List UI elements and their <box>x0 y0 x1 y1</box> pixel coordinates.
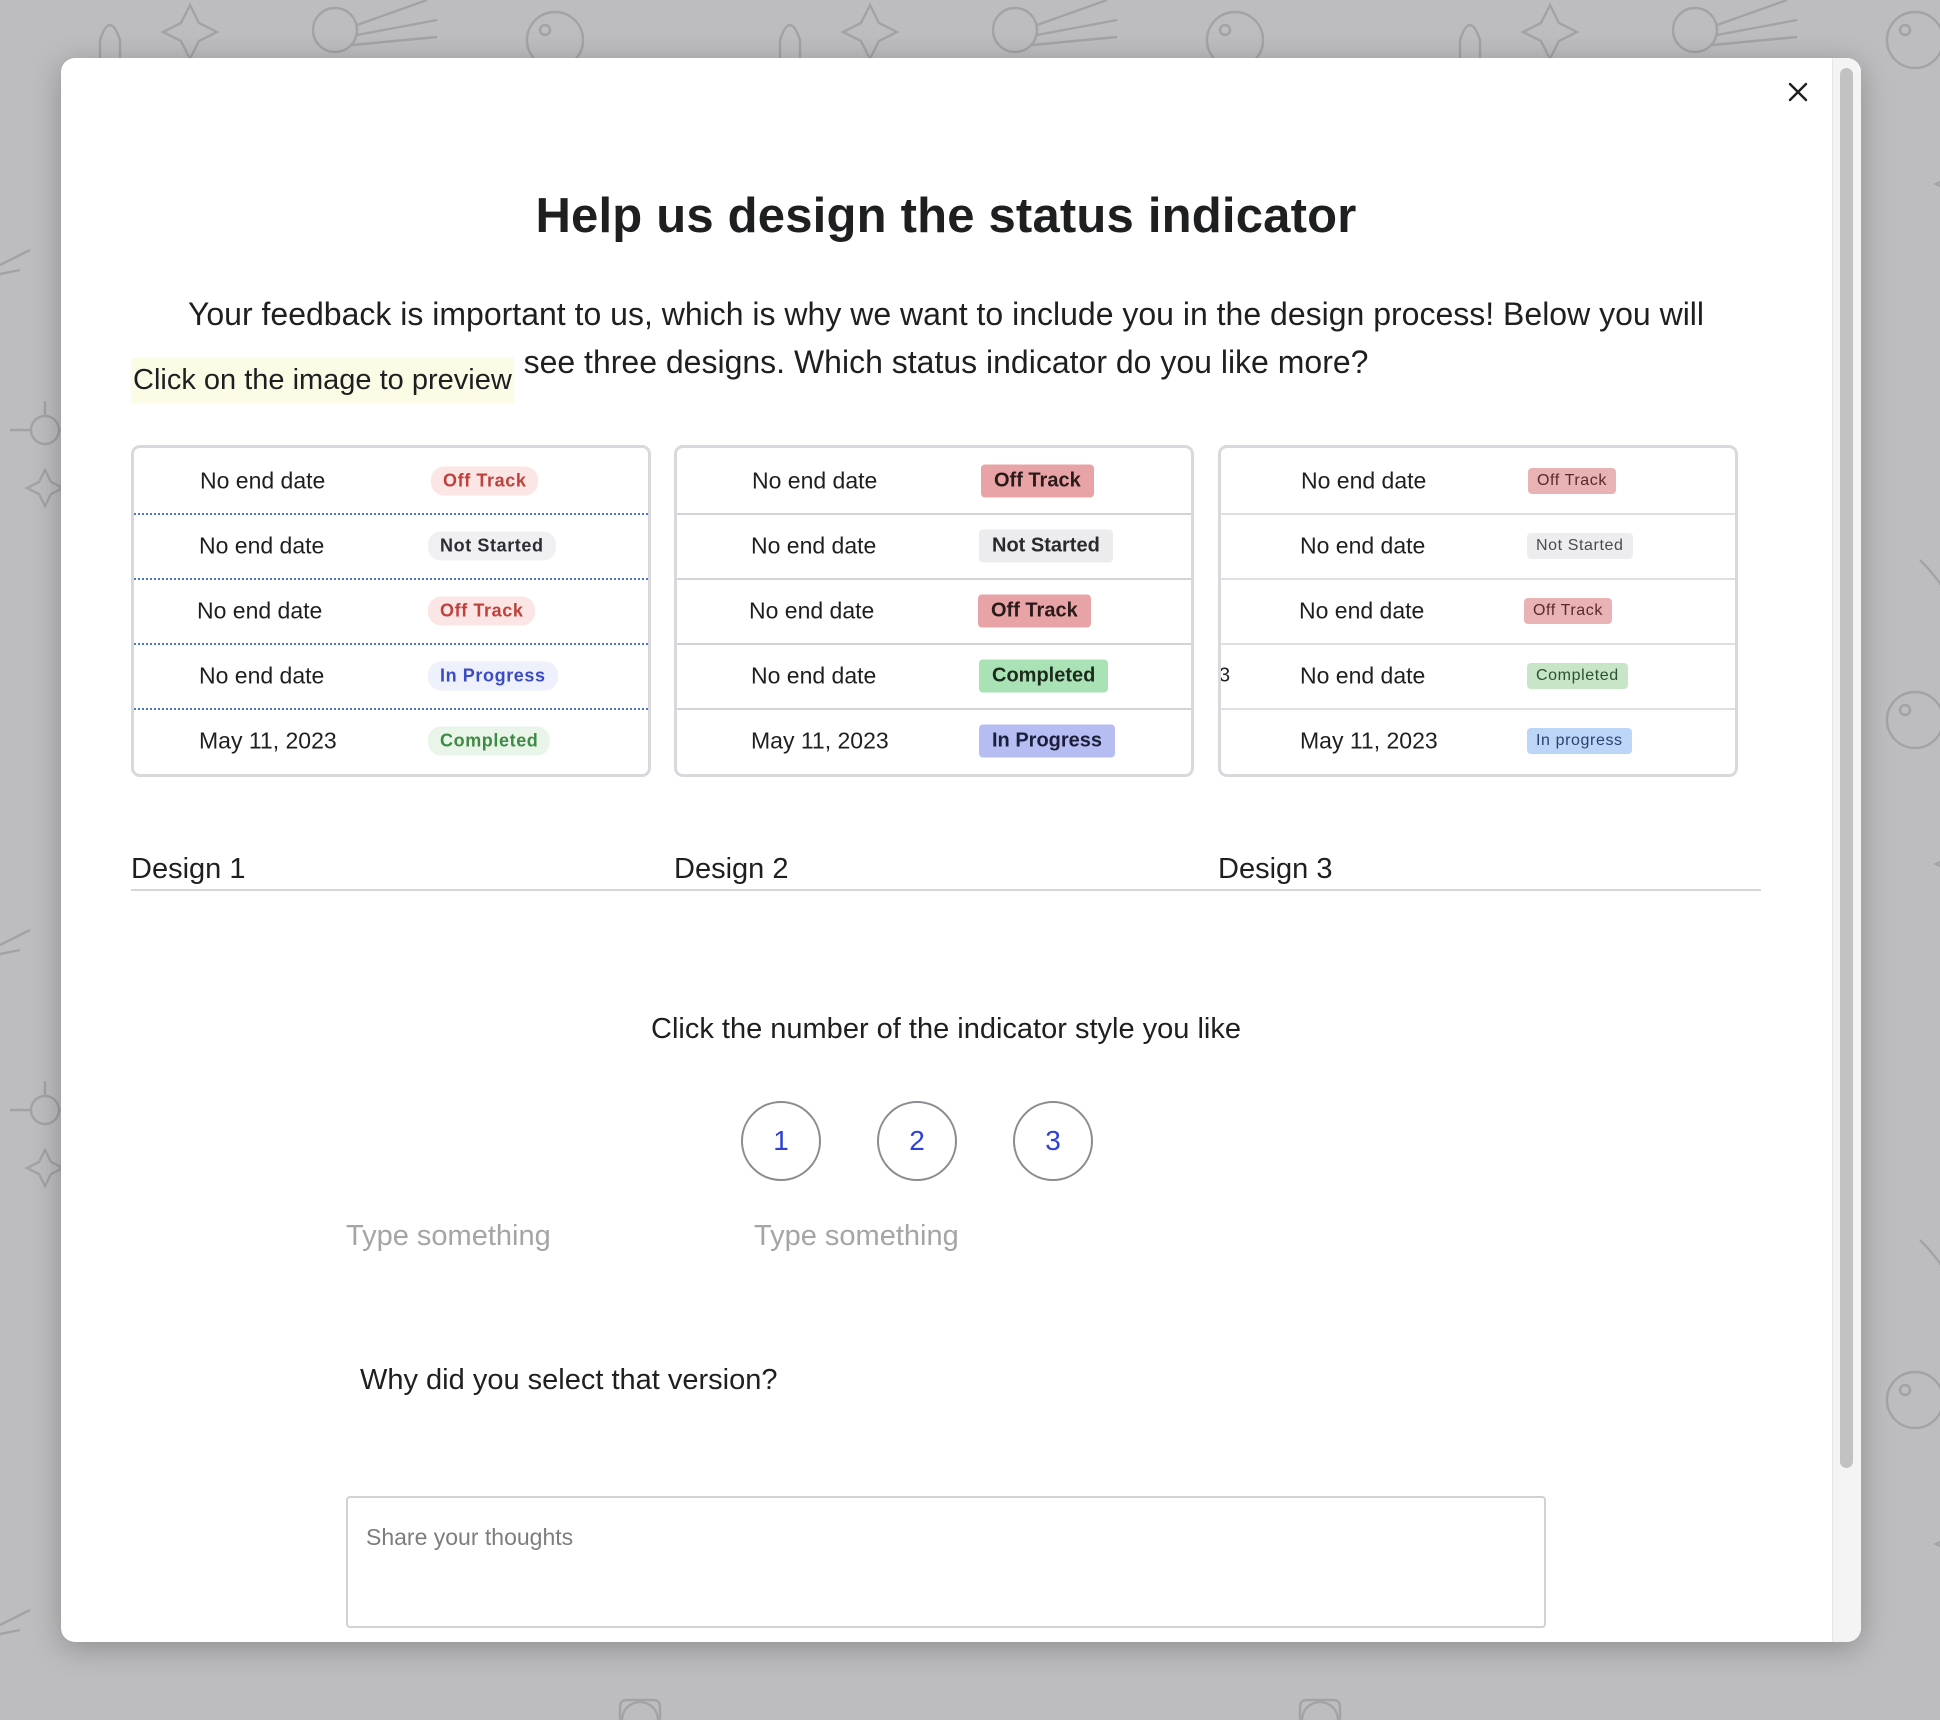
close-icon <box>1788 82 1808 102</box>
design-row: No end date Off Track <box>677 448 1191 515</box>
modal-title: Help us design the status indicator <box>535 189 1357 243</box>
row-date: May 11, 2023 <box>1300 727 1438 753</box>
status-badge: Completed <box>1527 662 1628 689</box>
design-row: No end date In Progress <box>134 643 648 710</box>
low-scale-label[interactable]: Type something <box>346 1220 551 1253</box>
feedback-question: Why did you select that version? <box>360 1364 778 1396</box>
design-row: No end date Off Track <box>1221 578 1735 645</box>
edge-fragment: 3 <box>1219 664 1231 686</box>
row-date: No end date <box>749 597 875 623</box>
row-date: No end date <box>751 662 877 688</box>
row-date: No end date <box>200 467 326 493</box>
design-row: No end date Not Started <box>1221 513 1735 580</box>
design-row: May 11, 2023 In Progress <box>677 708 1191 773</box>
status-badge: Off Track <box>1524 597 1613 624</box>
row-date: No end date <box>1299 597 1425 623</box>
design-row: No end date Completed <box>677 643 1191 710</box>
row-date: No end date <box>1300 662 1426 688</box>
status-badge: Not Started <box>979 529 1113 562</box>
design-row: No end date Off Track <box>677 578 1191 645</box>
preview-hint: Click on the image to preview <box>131 358 514 403</box>
row-date: No end date <box>751 532 877 558</box>
status-badge: Completed <box>428 726 551 755</box>
row-date: May 11, 2023 <box>199 727 337 753</box>
design-3-image[interactable]: No end date Off Track No end date Not St… <box>1218 445 1738 777</box>
row-date: No end date <box>199 532 325 558</box>
row-date: No end date <box>752 467 878 493</box>
status-badge: Not Started <box>428 531 556 560</box>
indicator-question: Click the number of the indicator style … <box>651 1013 1241 1045</box>
status-badge: Off Track <box>981 464 1094 497</box>
section-divider <box>131 889 1761 891</box>
status-badge: In progress <box>1527 727 1632 754</box>
choice-2-button[interactable]: 2 <box>877 1101 957 1181</box>
row-date: No end date <box>1301 467 1427 493</box>
choice-3-button[interactable]: 3 <box>1013 1101 1093 1181</box>
design-row: May 11, 2023 Completed <box>134 708 648 773</box>
status-badge: Off Track <box>1528 467 1617 494</box>
status-badge: Off Track <box>428 596 536 625</box>
survey-modal: Help us design the status indicator Your… <box>61 58 1861 1642</box>
design-row: No end date Not Started <box>677 513 1191 580</box>
status-badge: In Progress <box>428 661 558 690</box>
design-3-label: Design 3 <box>1218 853 1333 885</box>
row-date: No end date <box>197 597 323 623</box>
design-row: No end date Off Track <box>134 578 648 645</box>
row-date: No end date <box>199 662 325 688</box>
design-row: May 11, 2023 In progress <box>1221 708 1735 773</box>
design-2-image[interactable]: No end date Off Track No end date Not St… <box>674 445 1194 777</box>
scrollbar-thumb[interactable] <box>1840 68 1853 1468</box>
row-date: May 11, 2023 <box>751 727 889 753</box>
design-row: No end date Not Started <box>134 513 648 580</box>
status-badge: Off Track <box>431 466 539 495</box>
status-badge: In Progress <box>979 724 1116 757</box>
design-row: No end date Off Track <box>134 448 648 515</box>
status-badge: Not Started <box>1527 532 1633 559</box>
close-button[interactable] <box>1778 72 1818 112</box>
thoughts-field[interactable] <box>346 1496 1546 1628</box>
scrollbar-track[interactable] <box>1832 58 1861 1642</box>
status-badge: Off Track <box>978 594 1091 627</box>
row-date: No end date <box>1300 532 1426 558</box>
design-2-label: Design 2 <box>674 853 789 885</box>
high-scale-label[interactable]: Type something <box>754 1220 959 1253</box>
status-badge: Completed <box>979 659 1109 692</box>
choice-1-button[interactable]: 1 <box>741 1101 821 1181</box>
design-row: 3 No end date Completed <box>1221 643 1735 710</box>
design-1-image[interactable]: No end date Off Track No end date Not St… <box>131 445 651 777</box>
thoughts-input[interactable] <box>348 1498 1544 1626</box>
design-1-label: Design 1 <box>131 853 246 885</box>
design-row: No end date Off Track <box>1221 448 1735 515</box>
